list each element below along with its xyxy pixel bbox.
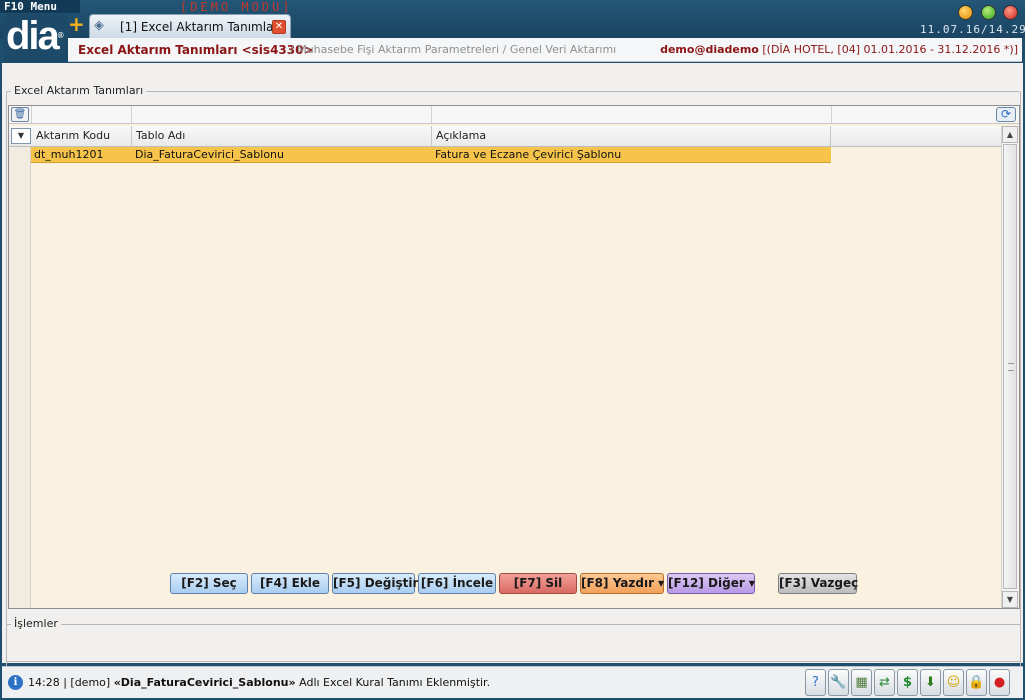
refresh-icon[interactable]: ⟳ bbox=[996, 107, 1016, 122]
scroll-thumb[interactable] bbox=[1003, 144, 1017, 589]
user-context: demo@diademo [(DİA HOTEL, [04] 01.01.201… bbox=[660, 43, 1018, 56]
grid-toolbar: 🗑 ⟳ bbox=[9, 106, 1019, 124]
trash-icon[interactable]: 🗑 bbox=[11, 107, 29, 122]
demo-mode-banner: [DEMO MODU] bbox=[180, 0, 293, 14]
help-icon[interactable]: ? bbox=[805, 669, 826, 696]
download-icon[interactable]: ⬇ bbox=[920, 669, 941, 696]
delete-button[interactable]: [F7] Sil bbox=[499, 573, 577, 594]
vertical-scrollbar[interactable]: ▲ ▼ bbox=[1001, 126, 1018, 608]
print-button-label: [F8] Yazdır bbox=[581, 576, 654, 590]
status-text: Adlı Excel Kural Tanımı Eklenmiştir. bbox=[299, 676, 491, 689]
row-indicator-column bbox=[9, 147, 31, 608]
add-tab-icon[interactable]: + bbox=[68, 14, 85, 34]
page-title: Excel Aktarım Tanımları <sis4330> bbox=[78, 43, 314, 57]
inspect-button[interactable]: [F6] İncele bbox=[418, 573, 496, 594]
column-header-aciklama[interactable]: Açıklama bbox=[432, 126, 831, 146]
data-grid: 🗑 ⟳ ▼ Aktarım Kodu Tablo Adı Açıklama dt… bbox=[8, 105, 1020, 609]
status-record-name: «Dia_FaturaCevirici_Sablonu» bbox=[113, 676, 296, 689]
cell-tablo-adi: Dia_FaturaCevirici_Sablonu bbox=[135, 148, 285, 161]
grid-header: ▼ Aktarım Kodu Tablo Adı Açıklama bbox=[9, 126, 1001, 147]
add-button[interactable]: [F4] Ekle bbox=[251, 573, 329, 594]
scroll-up-icon[interactable]: ▲ bbox=[1002, 126, 1018, 143]
scroll-grip-icon bbox=[1008, 363, 1014, 371]
status-bar: i 14:28 | [demo] «Dia_FaturaCevirici_Sab… bbox=[2, 666, 1023, 698]
minimize-button[interactable] bbox=[958, 5, 973, 20]
cancel-button[interactable]: [F3] Vazgeç bbox=[778, 573, 858, 594]
info-icon: i bbox=[8, 675, 23, 690]
table-row[interactable]: dt_muh1201 Dia_FaturaCevirici_Sablonu Fa… bbox=[31, 147, 831, 163]
tab-close-icon[interactable]: ✕ bbox=[272, 20, 286, 34]
tab-document-icon: ◈ bbox=[94, 18, 104, 33]
dia-logo: dia® bbox=[4, 14, 68, 62]
scroll-down-icon[interactable]: ▼ bbox=[1002, 591, 1018, 608]
chevron-down-icon: ▼ bbox=[657, 579, 665, 588]
actions-group: İşlemler bbox=[6, 617, 1021, 662]
column-header-tablo-adi[interactable]: Tablo Adı bbox=[132, 126, 432, 146]
print-button[interactable]: [F8] Yazdır ▼ bbox=[580, 573, 664, 594]
status-time: 14:28 bbox=[28, 676, 60, 689]
breadcrumb: Excel Aktarım Tanımları <sis4330> / Muha… bbox=[68, 38, 1022, 62]
edit-button[interactable]: [F5] Değiştir bbox=[332, 573, 418, 594]
close-window-button[interactable] bbox=[1003, 5, 1018, 20]
tab-label: [1] Excel Aktarım Tanımları bbox=[120, 20, 282, 34]
cell-aktarim-kodu: dt_muh1201 bbox=[34, 148, 104, 161]
maximize-button[interactable] bbox=[981, 5, 996, 20]
filter-cell-kod[interactable] bbox=[32, 106, 132, 123]
cell-aciklama: Fatura ve Eczane Çevirici Şablonu bbox=[435, 148, 622, 161]
smiley-icon[interactable]: ☺ bbox=[943, 669, 964, 696]
status-user: [demo] bbox=[70, 676, 111, 689]
actions-group-legend: İşlemler bbox=[11, 617, 61, 630]
filter-cell-tablo[interactable] bbox=[132, 106, 432, 123]
grid-group-legend: Excel Aktarım Tanımları bbox=[11, 84, 147, 97]
breadcrumb-path[interactable]: / Muhasebe Fişi Aktarım Parametreleri / … bbox=[290, 43, 616, 56]
power-icon[interactable]: ● bbox=[989, 669, 1010, 696]
currency-icon[interactable]: $ bbox=[897, 669, 918, 696]
calculator-icon[interactable]: ▦ bbox=[851, 669, 872, 696]
column-header-aktarim-kodu[interactable]: Aktarım Kodu bbox=[32, 126, 132, 146]
column-menu-icon[interactable]: ▼ bbox=[11, 128, 31, 144]
other-button-label: [F12] Diğer bbox=[668, 576, 745, 590]
chevron-down-icon: ▼ bbox=[748, 579, 755, 588]
user-name: demo@diademo bbox=[660, 43, 759, 56]
wrench-icon[interactable]: 🔧 bbox=[828, 669, 849, 696]
select-button[interactable]: [F2] Seç bbox=[170, 573, 248, 594]
logo-text: dia bbox=[6, 14, 60, 58]
company-period: [(DİA HOTEL, [04] 01.01.2016 - 31.12.201… bbox=[762, 43, 1018, 56]
title-bar: F10 Menu dia® + [DEMO MODU] ◈ [1] Excel … bbox=[0, 0, 1025, 62]
exchange-icon[interactable]: ⇄ bbox=[874, 669, 895, 696]
other-button[interactable]: [F12] Diğer ▼ bbox=[667, 573, 755, 594]
tab-excel-aktarim[interactable]: ◈ [1] Excel Aktarım Tanımları ✕ bbox=[89, 14, 291, 38]
status-message: 14:28 | [demo] «Dia_FaturaCevirici_Sablo… bbox=[28, 676, 491, 689]
datetime-display: 11.07.16/14.29 bbox=[920, 23, 1025, 36]
lock-icon[interactable]: 🔒 bbox=[966, 669, 987, 696]
filter-cell-aciklama[interactable] bbox=[432, 106, 832, 123]
